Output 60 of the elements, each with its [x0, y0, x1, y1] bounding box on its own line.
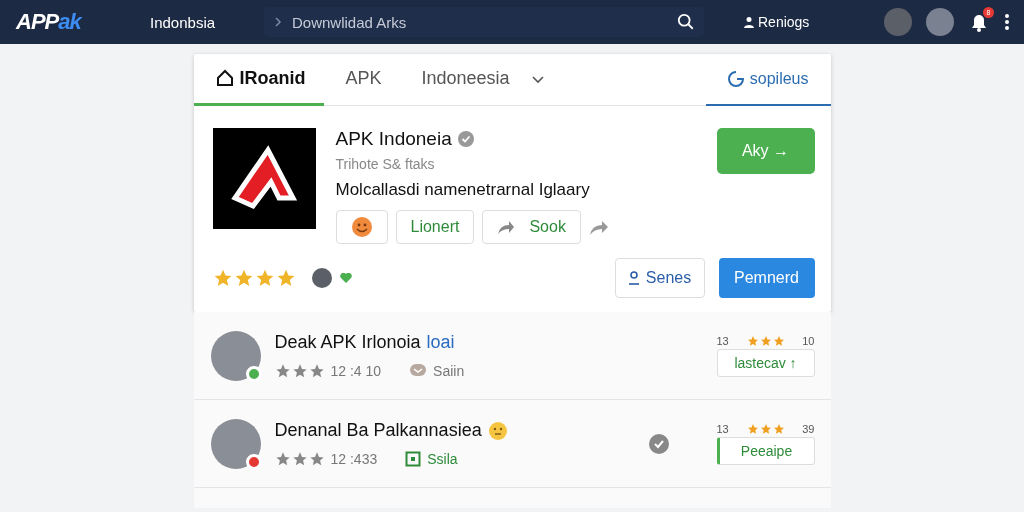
account-link[interactable]: Reniogs: [758, 14, 810, 30]
home-icon: [215, 69, 234, 87]
review-title: Denanal Ba Palkannasiea: [274, 420, 482, 441]
star-icon: [291, 451, 308, 467]
side-count: 13: [716, 422, 729, 435]
star-icon: [759, 422, 772, 435]
tab[interactable]: Indoneesia: [399, 53, 528, 106]
search-icon[interactable]: [677, 13, 695, 31]
tag-link[interactable]: loai: [426, 332, 455, 353]
user-icon: [627, 271, 640, 285]
user-icon: [744, 16, 754, 28]
heart-icon: [339, 273, 352, 283]
action-button[interactable]: lastecav ↑: [716, 348, 815, 377]
action-button[interactable]: Peeaipe: [716, 436, 815, 465]
emoji-button[interactable]: [335, 210, 388, 244]
share-icon[interactable]: [588, 218, 609, 236]
star-icon: [274, 451, 291, 467]
star-icon: [212, 268, 233, 288]
meta-label: Saiin: [433, 363, 465, 379]
chat-icon: [409, 363, 428, 379]
secondary-button[interactable]: Senes: [614, 258, 705, 298]
star-icon: [291, 363, 308, 379]
app-subtitle: Trihote S& ftaks: [335, 156, 436, 172]
star-icon: [275, 268, 296, 288]
menu-icon[interactable]: [1004, 13, 1010, 31]
side-count: 10: [802, 334, 815, 347]
review-time: 12 :4 10: [330, 363, 382, 379]
nav-link[interactable]: Indonbsia: [150, 13, 250, 31]
review-title: Deak APK Irlonoia: [274, 332, 421, 353]
tab[interactable]: APK: [323, 53, 400, 106]
star-icon: [772, 334, 785, 347]
smiley-icon: [350, 216, 373, 238]
star-icon: [772, 422, 785, 435]
star-icon: [308, 451, 325, 467]
review-time: 12 :433: [330, 451, 378, 467]
avatar: [311, 268, 332, 288]
side-link[interactable]: sopileus: [705, 53, 831, 106]
chip-button[interactable]: Lionert: [395, 210, 475, 244]
square-icon: [405, 451, 422, 467]
share-arrow-icon: [497, 219, 516, 235]
star-icon: [759, 334, 772, 347]
share-button[interactable]: Sook: [482, 210, 581, 244]
star-icon: [746, 422, 759, 435]
main-button[interactable]: Pemnerd: [718, 258, 815, 298]
app-name: APK Indoneia: [335, 128, 452, 150]
side-count: 39: [802, 422, 815, 435]
meta-label: Ssila: [427, 451, 458, 467]
star-icon: [746, 334, 759, 347]
star-icon: [233, 268, 254, 288]
app-description: Molcallasdi namenetrarnal Iglaary: [335, 180, 591, 200]
chevron-icon: [274, 17, 282, 27]
tab[interactable]: IRoanid: [193, 53, 324, 106]
chevron-down-icon[interactable]: [531, 75, 544, 84]
star-icon: [308, 363, 325, 379]
logo: APPak: [16, 9, 84, 35]
star-icon: [254, 268, 275, 288]
side-count: 13: [716, 334, 729, 347]
star-icon: [274, 363, 291, 379]
search-field[interactable]: Downwlidad Arks: [264, 7, 704, 37]
avatar[interactable]: [926, 8, 954, 36]
